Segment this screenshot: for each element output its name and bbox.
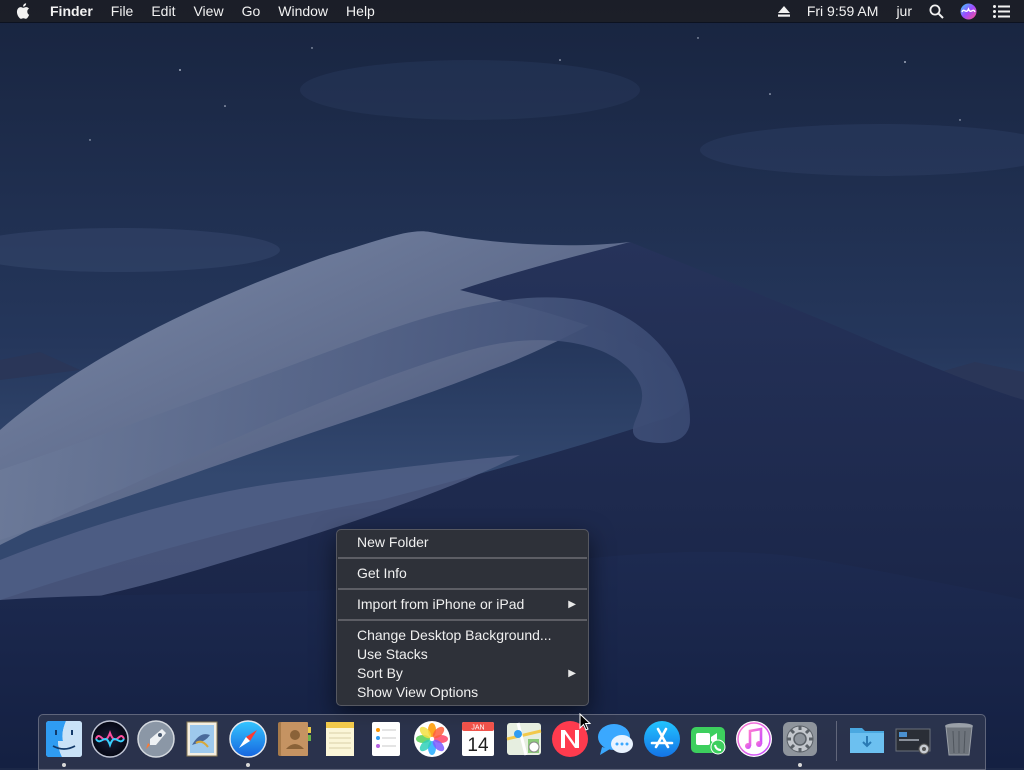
dock-messages[interactable] xyxy=(596,719,636,759)
dock-facetime[interactable] xyxy=(688,719,728,759)
calendar-month-label: JAN xyxy=(471,725,484,732)
desktop-context-menu: New Folder Get Info Import from iPhone o… xyxy=(336,529,589,706)
dock-downloads[interactable] xyxy=(847,719,887,759)
siri-button[interactable] xyxy=(952,3,985,20)
menu-separator xyxy=(338,619,587,621)
reminders-icon xyxy=(372,722,400,756)
menu-file[interactable]: File xyxy=(102,0,143,22)
menu-view[interactable]: View xyxy=(184,0,232,22)
dock-app-store[interactable] xyxy=(642,719,682,759)
calendar-icon: JAN 14 xyxy=(462,722,494,756)
menu-item-get-info[interactable]: Get Info xyxy=(337,564,588,583)
dock-finder[interactable] xyxy=(44,719,84,759)
eject-menu-extra[interactable] xyxy=(770,5,798,17)
messages-icon xyxy=(598,724,633,755)
dock-contacts[interactable] xyxy=(274,719,314,759)
menu-item-sort-by[interactable]: Sort By ▶ xyxy=(337,664,588,683)
contacts-icon xyxy=(278,722,311,756)
system-preferences-icon xyxy=(783,722,817,756)
menu-item-change-desktop-background[interactable]: Change Desktop Background... xyxy=(337,626,588,645)
dock-trash[interactable] xyxy=(939,719,979,759)
mouse-cursor xyxy=(579,712,592,736)
menu-bar: Finder File Edit View Go Window Help Fri… xyxy=(0,0,1024,22)
dock-calendar[interactable]: JAN 14 xyxy=(458,719,498,759)
mail-icon xyxy=(186,721,218,757)
submenu-arrow-icon: ▶ xyxy=(568,599,576,610)
dock-siri[interactable] xyxy=(90,719,130,759)
apple-logo-icon xyxy=(16,3,30,19)
menu-separator xyxy=(338,557,587,559)
menu-item-label: Import from iPhone or iPad xyxy=(357,596,525,612)
facetime-icon xyxy=(691,727,726,755)
screenshot-stack-icon xyxy=(895,728,931,755)
dock-separator xyxy=(836,721,837,761)
siri-icon xyxy=(960,3,977,19)
dock: JAN 14 xyxy=(38,714,986,770)
dock-screenshot[interactable] xyxy=(893,719,933,759)
menu-help[interactable]: Help xyxy=(337,0,384,22)
dock-reminders[interactable] xyxy=(366,719,406,759)
downloads-folder-icon xyxy=(850,728,884,753)
menubar-clock[interactable]: Fri 9:59 AM xyxy=(798,0,888,22)
itunes-icon xyxy=(736,721,772,757)
dock-photos[interactable] xyxy=(412,719,452,759)
notification-center-button[interactable] xyxy=(985,4,1024,18)
maps-icon xyxy=(506,722,542,756)
launchpad-icon xyxy=(137,720,175,758)
siri-icon xyxy=(91,720,129,758)
calendar-day-label: 14 xyxy=(467,735,489,756)
spotlight-search-icon xyxy=(929,4,944,19)
finder-icon xyxy=(46,721,82,757)
arrow-cursor-icon xyxy=(579,712,592,731)
dock-itunes[interactable] xyxy=(734,719,774,759)
dock-system-preferences[interactable] xyxy=(780,719,820,759)
user-menu[interactable]: jur xyxy=(887,0,921,22)
menu-item-new-folder[interactable]: New Folder xyxy=(337,533,588,552)
app-menu-finder[interactable]: Finder xyxy=(44,0,102,22)
menu-item-use-stacks[interactable]: Use Stacks xyxy=(337,645,588,664)
apple-menu[interactable] xyxy=(0,0,44,22)
notes-icon xyxy=(326,722,354,756)
safari-icon xyxy=(229,720,267,758)
menu-separator xyxy=(338,588,587,590)
dock-maps[interactable] xyxy=(504,719,544,759)
photos-icon xyxy=(414,721,450,757)
menu-go[interactable]: Go xyxy=(233,0,270,22)
submenu-arrow-icon: ▶ xyxy=(568,668,576,679)
running-indicator xyxy=(246,763,250,767)
menu-window[interactable]: Window xyxy=(269,0,337,22)
app-store-icon xyxy=(644,721,680,757)
running-indicator xyxy=(798,763,802,767)
dock-launchpad[interactable] xyxy=(136,719,176,759)
menu-edit[interactable]: Edit xyxy=(142,0,184,22)
dock-notes[interactable] xyxy=(320,719,360,759)
menu-item-import-from-iphone[interactable]: Import from iPhone or iPad ▶ xyxy=(337,595,588,614)
trash-icon xyxy=(945,723,973,756)
notification-center-icon xyxy=(993,4,1010,18)
running-indicator xyxy=(62,763,66,767)
menu-item-label: Sort By xyxy=(357,665,403,681)
dock-mail[interactable] xyxy=(182,719,222,759)
spotlight-button[interactable] xyxy=(921,4,952,19)
dock-safari[interactable] xyxy=(228,719,268,759)
eject-icon xyxy=(777,5,790,17)
menu-item-show-view-options[interactable]: Show View Options xyxy=(337,683,588,702)
